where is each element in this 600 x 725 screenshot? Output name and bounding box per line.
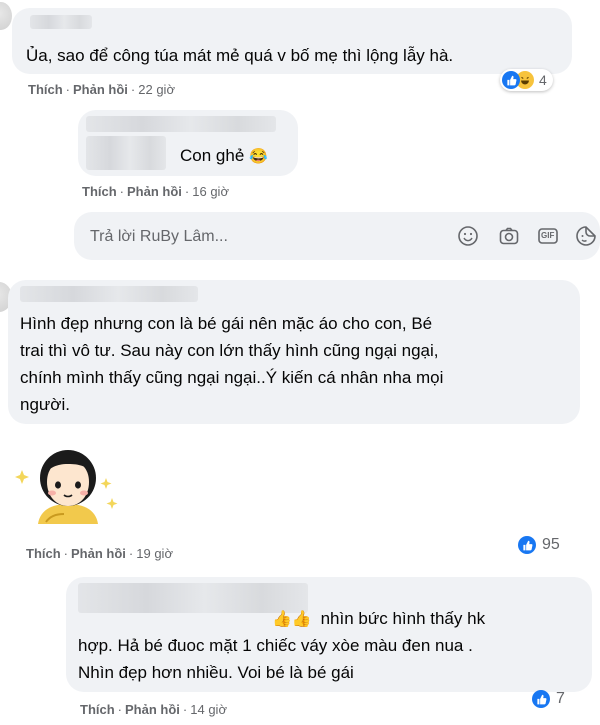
comment-text-line: nhìn bức hình thấy hk [320,609,486,628]
reply-link[interactable]: Phản hồi [71,546,126,561]
like-link[interactable]: Thích [82,184,117,199]
timestamp[interactable]: 19 giờ [136,546,173,561]
reaction-count: 7 [556,690,565,707]
reply-bubble: 👍👍 nhìn bức hình thấy hk hợp. Hả bé đuoc… [66,577,592,692]
comment-text-line: Nhìn đẹp hơn nhiều. Voi bé là bé gái [78,663,354,682]
laughing-emoji-icon: 😂 [249,148,268,165]
comment-text: Ủa, sao để công túa mát mẻ quá v bố mẹ t… [26,46,454,65]
comment-text-line: chính mình thấy cũng ngại ngại..Ý kiến c… [20,368,444,387]
reaction-count: 4 [539,72,547,88]
avatar[interactable] [0,2,12,30]
reply-bubble: Con ghẻ 😂 [78,110,298,176]
comment-actions: Thích · Phản hồi · 19 giờ [26,546,173,561]
reply-link[interactable]: Phản hồi [127,184,182,199]
reaction-summary[interactable]: 7 [530,688,571,710]
comment-bubble: Hình đẹp nhưng con là bé gái nên mặc áo … [8,280,580,424]
reply-input[interactable]: Trả lời RuBy Lâm... GIF [74,212,600,260]
like-reaction-icon [518,536,536,554]
comment-text-line: người. [20,395,70,414]
gif-label: GIF [541,231,555,240]
reply-actions: Thích · Phản hồi · 14 giờ [80,702,227,717]
gif-icon[interactable]: GIF [537,225,559,247]
author-name-blurred[interactable] [86,116,276,132]
author-name-blurred[interactable] [30,15,92,29]
like-reaction-icon [502,71,520,89]
like-link[interactable]: Thích [26,546,61,561]
camera-icon[interactable] [498,225,520,247]
comment-text-line: Hình đẹp nhưng con là bé gái nên mặc áo … [20,314,433,333]
emoji-icon[interactable] [457,225,479,247]
reply-link[interactable]: Phản hồi [73,82,128,97]
reply-placeholder: Trả lời RuBy Lâm... [90,228,228,245]
author-name-blurred[interactable] [20,286,198,302]
reply-actions: Thích · Phản hồi · 16 giờ [82,184,229,199]
comment-bubble: Ủa, sao để công túa mát mẻ quá v bố mẹ t… [12,8,572,74]
like-link[interactable]: Thích [80,702,115,717]
like-reaction-icon [532,690,550,708]
timestamp[interactable]: 22 giờ [138,82,175,97]
timestamp[interactable]: 16 giờ [192,184,229,199]
reaction-count: 95 [542,536,560,553]
girl-sticker-image[interactable] [14,440,124,535]
reply-text: Con ghẻ [180,146,245,165]
reply-first-line: 👍👍 nhìn bức hình thấy hk [272,607,485,632]
timestamp[interactable]: 14 giờ [190,702,227,717]
sticker-icon[interactable] [575,225,597,247]
like-link[interactable]: Thích [28,82,63,97]
reply-link[interactable]: Phản hồi [125,702,180,717]
comment-actions: Thích · Phản hồi · 22 giờ [28,82,175,97]
author-name-blurred[interactable] [86,136,166,170]
reaction-summary[interactable]: 4 [500,69,553,91]
comment-text-line: hợp. Hả bé đuoc mặt 1 chiếc váy xòe màu … [78,636,473,655]
reaction-summary[interactable]: 95 [516,534,566,556]
comment-text-line: trai thì vô tư. Sau này con lớn thấy hìn… [20,341,439,360]
reply-text-wrap: Con ghẻ 😂 [180,144,268,169]
thumbs-up-emoji-icon: 👍👍 [272,611,312,628]
